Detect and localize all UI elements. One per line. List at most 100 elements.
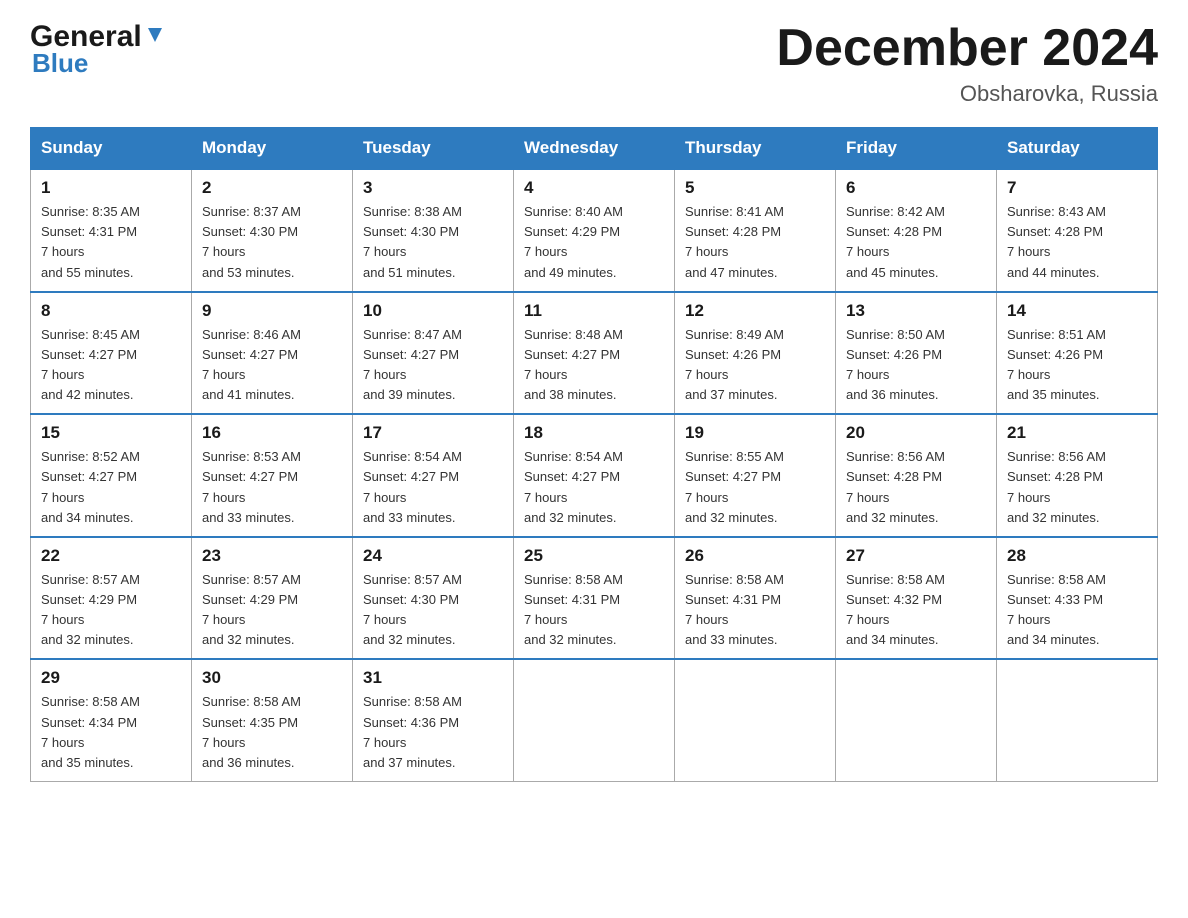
calendar-cell [836, 659, 997, 781]
day-info: Sunrise: 8:57 AMSunset: 4:29 PM7 hoursan… [41, 570, 181, 651]
day-number: 16 [202, 423, 342, 443]
calendar-cell: 20Sunrise: 8:56 AMSunset: 4:28 PM7 hours… [836, 414, 997, 537]
calendar-cell [997, 659, 1158, 781]
calendar-cell: 3 Sunrise: 8:38 AMSunset: 4:30 PM7 hoursa… [353, 169, 514, 292]
calendar-cell: 8Sunrise: 8:45 AMSunset: 4:27 PM7 hoursa… [31, 292, 192, 415]
day-number: 25 [524, 546, 664, 566]
day-info: Sunrise: 8:37 AMSunset: 4:30 PM7 hoursan… [202, 202, 342, 283]
day-info: Sunrise: 8:43 AMSunset: 4:28 PM7 hoursan… [1007, 202, 1147, 283]
calendar-cell [675, 659, 836, 781]
calendar-cell: 29 Sunrise: 8:58 AMSunset: 4:34 PM7 hours… [31, 659, 192, 781]
calendar-cell: 31 Sunrise: 8:58 AMSunset: 4:36 PM7 hours… [353, 659, 514, 781]
calendar-cell: 28 Sunrise: 8:58 AMSunset: 4:33 PM7 hours… [997, 537, 1158, 660]
day-number: 26 [685, 546, 825, 566]
header-sunday: Sunday [31, 128, 192, 170]
calendar-cell: 21Sunrise: 8:56 AMSunset: 4:28 PM7 hours… [997, 414, 1158, 537]
location: Obsharovka, Russia [776, 81, 1158, 107]
day-info: Sunrise: 8:58 AMSunset: 4:34 PM7 hoursan… [41, 692, 181, 773]
day-number: 31 [363, 668, 503, 688]
day-info: Sunrise: 8:58 AMSunset: 4:32 PM7 hoursan… [846, 570, 986, 651]
calendar-week-3: 15 Sunrise: 8:52 AMSunset: 4:27 PM7 hours… [31, 414, 1158, 537]
header-tuesday: Tuesday [353, 128, 514, 170]
calendar-cell: 22Sunrise: 8:57 AMSunset: 4:29 PM7 hours… [31, 537, 192, 660]
calendar-cell: 2 Sunrise: 8:37 AMSunset: 4:30 PM7 hoursa… [192, 169, 353, 292]
day-info: Sunrise: 8:42 AMSunset: 4:28 PM7 hoursan… [846, 202, 986, 283]
calendar-header-row: SundayMondayTuesdayWednesdayThursdayFrid… [31, 128, 1158, 170]
calendar-cell: 11Sunrise: 8:48 AMSunset: 4:27 PM7 hours… [514, 292, 675, 415]
day-info: Sunrise: 8:51 AMSunset: 4:26 PM7 hoursan… [1007, 325, 1147, 406]
calendar-cell: 10 Sunrise: 8:47 AMSunset: 4:27 PM7 hours… [353, 292, 514, 415]
day-number: 18 [524, 423, 664, 443]
calendar-cell: 30 Sunrise: 8:58 AMSunset: 4:35 PM7 hours… [192, 659, 353, 781]
day-number: 27 [846, 546, 986, 566]
calendar-cell: 19Sunrise: 8:55 AMSunset: 4:27 PM7 hours… [675, 414, 836, 537]
calendar-cell: 4 Sunrise: 8:40 AMSunset: 4:29 PM7 hoursa… [514, 169, 675, 292]
logo-triangle-icon [144, 24, 166, 46]
day-number: 2 [202, 178, 342, 198]
day-number: 24 [363, 546, 503, 566]
calendar-cell: 6 Sunrise: 8:42 AMSunset: 4:28 PM7 hoursa… [836, 169, 997, 292]
day-number: 12 [685, 301, 825, 321]
calendar-cell: 17 Sunrise: 8:54 AMSunset: 4:27 PM7 hours… [353, 414, 514, 537]
day-info: Sunrise: 8:50 AMSunset: 4:26 PM7 hoursan… [846, 325, 986, 406]
header-saturday: Saturday [997, 128, 1158, 170]
day-number: 15 [41, 423, 181, 443]
day-info: Sunrise: 8:56 AMSunset: 4:28 PM7 hoursan… [1007, 447, 1147, 528]
day-number: 6 [846, 178, 986, 198]
day-info: Sunrise: 8:52 AMSunset: 4:27 PM7 hoursan… [41, 447, 181, 528]
month-title: December 2024 [776, 20, 1158, 77]
calendar-cell: 15 Sunrise: 8:52 AMSunset: 4:27 PM7 hours… [31, 414, 192, 537]
day-number: 9 [202, 301, 342, 321]
day-info: Sunrise: 8:48 AMSunset: 4:27 PM7 hoursan… [524, 325, 664, 406]
day-info: Sunrise: 8:53 AMSunset: 4:27 PM7 hoursan… [202, 447, 342, 528]
day-number: 23 [202, 546, 342, 566]
day-info: Sunrise: 8:46 AMSunset: 4:27 PM7 hoursan… [202, 325, 342, 406]
day-info: Sunrise: 8:47 AMSunset: 4:27 PM7 hoursan… [363, 325, 503, 406]
calendar-cell: 14 Sunrise: 8:51 AMSunset: 4:26 PM7 hours… [997, 292, 1158, 415]
calendar-cell: 27 Sunrise: 8:58 AMSunset: 4:32 PM7 hours… [836, 537, 997, 660]
day-info: Sunrise: 8:58 AMSunset: 4:33 PM7 hoursan… [1007, 570, 1147, 651]
day-info: Sunrise: 8:55 AMSunset: 4:27 PM7 hoursan… [685, 447, 825, 528]
day-info: Sunrise: 8:35 AMSunset: 4:31 PM7 hoursan… [41, 202, 181, 283]
day-number: 14 [1007, 301, 1147, 321]
logo-blue: Blue [32, 48, 88, 79]
day-number: 29 [41, 668, 181, 688]
calendar-cell: 26 Sunrise: 8:58 AMSunset: 4:31 PM7 hours… [675, 537, 836, 660]
day-info: Sunrise: 8:54 AMSunset: 4:27 PM7 hoursan… [524, 447, 664, 528]
day-info: Sunrise: 8:58 AMSunset: 4:31 PM7 hoursan… [685, 570, 825, 651]
calendar-cell: 12 Sunrise: 8:49 AMSunset: 4:26 PM7 hours… [675, 292, 836, 415]
day-number: 1 [41, 178, 181, 198]
day-info: Sunrise: 8:40 AMSunset: 4:29 PM7 hoursan… [524, 202, 664, 283]
title-section: December 2024 Obsharovka, Russia [776, 20, 1158, 107]
header-friday: Friday [836, 128, 997, 170]
header-thursday: Thursday [675, 128, 836, 170]
day-number: 17 [363, 423, 503, 443]
day-info: Sunrise: 8:38 AMSunset: 4:30 PM7 hoursan… [363, 202, 503, 283]
calendar-week-2: 8Sunrise: 8:45 AMSunset: 4:27 PM7 hoursa… [31, 292, 1158, 415]
day-info: Sunrise: 8:49 AMSunset: 4:26 PM7 hoursan… [685, 325, 825, 406]
day-number: 7 [1007, 178, 1147, 198]
day-info: Sunrise: 8:58 AMSunset: 4:31 PM7 hoursan… [524, 570, 664, 651]
day-number: 3 [363, 178, 503, 198]
day-number: 30 [202, 668, 342, 688]
day-number: 10 [363, 301, 503, 321]
day-info: Sunrise: 8:57 AMSunset: 4:29 PM7 hoursan… [202, 570, 342, 651]
day-info: Sunrise: 8:57 AMSunset: 4:30 PM7 hoursan… [363, 570, 503, 651]
calendar-week-4: 22Sunrise: 8:57 AMSunset: 4:29 PM7 hours… [31, 537, 1158, 660]
day-info: Sunrise: 8:45 AMSunset: 4:27 PM7 hoursan… [41, 325, 181, 406]
calendar-cell: 13Sunrise: 8:50 AMSunset: 4:26 PM7 hours… [836, 292, 997, 415]
day-number: 28 [1007, 546, 1147, 566]
calendar-cell: 16 Sunrise: 8:53 AMSunset: 4:27 PM7 hours… [192, 414, 353, 537]
header-wednesday: Wednesday [514, 128, 675, 170]
day-info: Sunrise: 8:58 AMSunset: 4:35 PM7 hoursan… [202, 692, 342, 773]
calendar-week-5: 29 Sunrise: 8:58 AMSunset: 4:34 PM7 hours… [31, 659, 1158, 781]
day-info: Sunrise: 8:54 AMSunset: 4:27 PM7 hoursan… [363, 447, 503, 528]
calendar-cell: 5Sunrise: 8:41 AMSunset: 4:28 PM7 hoursa… [675, 169, 836, 292]
logo: General Blue [30, 20, 166, 79]
header-monday: Monday [192, 128, 353, 170]
calendar-cell [514, 659, 675, 781]
calendar-cell: 7 Sunrise: 8:43 AMSunset: 4:28 PM7 hoursa… [997, 169, 1158, 292]
day-info: Sunrise: 8:56 AMSunset: 4:28 PM7 hoursan… [846, 447, 986, 528]
day-info: Sunrise: 8:58 AMSunset: 4:36 PM7 hoursan… [363, 692, 503, 773]
day-number: 4 [524, 178, 664, 198]
